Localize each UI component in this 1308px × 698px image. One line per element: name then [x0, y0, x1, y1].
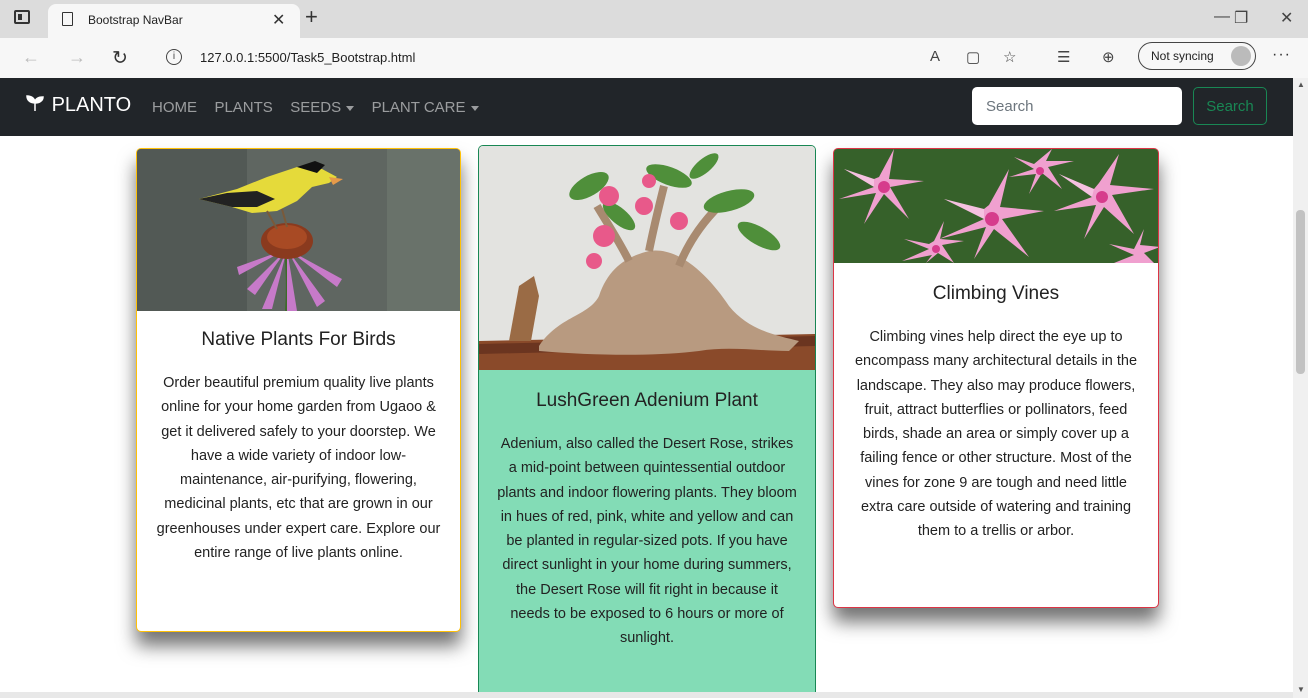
- collections-icon[interactable]: ⊕: [1102, 48, 1115, 66]
- browser-tab-strip: Bootstrap NavBar ✕ + — ❐ ✕: [0, 0, 1308, 38]
- card-image-clematis-flowers: [834, 149, 1158, 263]
- scroll-down-icon[interactable]: ▼: [1297, 685, 1305, 694]
- forward-icon[interactable]: →: [68, 47, 86, 68]
- scroll-up-icon[interactable]: ▲: [1297, 80, 1305, 89]
- profile-sync-button[interactable]: Not syncing: [1138, 42, 1256, 70]
- window-bottom-edge: [0, 692, 1293, 698]
- card-text: Adenium, also called the Desert Rose, st…: [497, 436, 797, 647]
- sync-label: Not syncing: [1151, 49, 1214, 63]
- new-tab-icon[interactable]: +: [305, 4, 318, 30]
- nav-seeds-label: SEEDS: [290, 99, 342, 116]
- nav-plants[interactable]: PLANTS: [214, 99, 272, 116]
- search-input[interactable]: [972, 87, 1182, 125]
- card-image-adenium-bonsai: [479, 146, 815, 370]
- nav-plant-care-dropdown[interactable]: PLANT CARE: [372, 99, 479, 116]
- back-icon[interactable]: ←: [22, 47, 40, 68]
- nav-seeds-dropdown[interactable]: SEEDS: [290, 99, 355, 116]
- avatar: [1231, 46, 1251, 66]
- brand-link[interactable]: PLANTO: [26, 94, 131, 117]
- close-tab-icon[interactable]: ✕: [272, 10, 285, 30]
- browser-tab[interactable]: Bootstrap NavBar ✕: [48, 4, 300, 38]
- card-native-plants: Native Plants For Birds Order beautiful …: [136, 148, 461, 632]
- card-text: Climbing vines help direct the eye up to…: [854, 329, 1138, 540]
- add-favorite-icon[interactable]: ☆: [1003, 48, 1016, 66]
- card-image-bird-flower: [137, 149, 460, 311]
- close-window-icon[interactable]: ✕: [1280, 8, 1293, 28]
- refresh-icon[interactable]: ↻: [112, 47, 128, 70]
- nav-links: HOME PLANTS SEEDS PLANT CARE: [152, 99, 492, 117]
- favorites-icon[interactable]: ☰: [1057, 48, 1070, 66]
- brand-name: PLANTO: [51, 94, 132, 116]
- restore-icon[interactable]: ❐: [1234, 8, 1248, 28]
- tab-actions-icon[interactable]: [14, 10, 30, 24]
- sprout-icon: [26, 95, 46, 116]
- scrollbar-thumb[interactable]: [1296, 210, 1305, 374]
- card-title: Climbing Vines: [932, 283, 1060, 304]
- card-text: Order beautiful premium quality live pla…: [156, 375, 441, 562]
- card-title: LushGreen Adenium Plant: [536, 390, 758, 411]
- more-options-icon[interactable]: ···: [1272, 46, 1291, 64]
- caret-down-icon: [470, 105, 479, 111]
- tab-title: Bootstrap NavBar: [88, 13, 183, 27]
- card-climbing-vines: Climbing Vines Climbing vines help direc…: [833, 148, 1159, 608]
- read-aloud-icon[interactable]: A: [930, 48, 940, 65]
- page-icon: [62, 12, 73, 26]
- card-title: Native Plants For Birds: [201, 329, 396, 350]
- minimize-icon[interactable]: —: [1214, 8, 1230, 26]
- nav-home[interactable]: HOME: [152, 99, 197, 116]
- card-adenium: LushGreen Adenium Plant Adenium, also ca…: [478, 145, 816, 698]
- address-bar-row: ← → ↻ i 127.0.0.1:5500/Task5_Bootstrap.h…: [0, 38, 1308, 79]
- site-navbar: PLANTO HOME PLANTS SEEDS PLANT CARE Sear…: [0, 78, 1293, 136]
- nav-plant-care-label: PLANT CARE: [371, 99, 466, 116]
- page-scrollbar[interactable]: ▲ ▼: [1293, 78, 1308, 698]
- address-bar[interactable]: i 127.0.0.1:5500/Task5_Bootstrap.html: [150, 44, 910, 72]
- immersive-reader-icon[interactable]: ▢: [966, 48, 980, 66]
- search-button[interactable]: Search: [1193, 87, 1267, 125]
- url-text: 127.0.0.1:5500/Task5_Bootstrap.html: [200, 50, 416, 65]
- caret-down-icon: [346, 105, 355, 111]
- site-info-icon[interactable]: i: [166, 49, 182, 65]
